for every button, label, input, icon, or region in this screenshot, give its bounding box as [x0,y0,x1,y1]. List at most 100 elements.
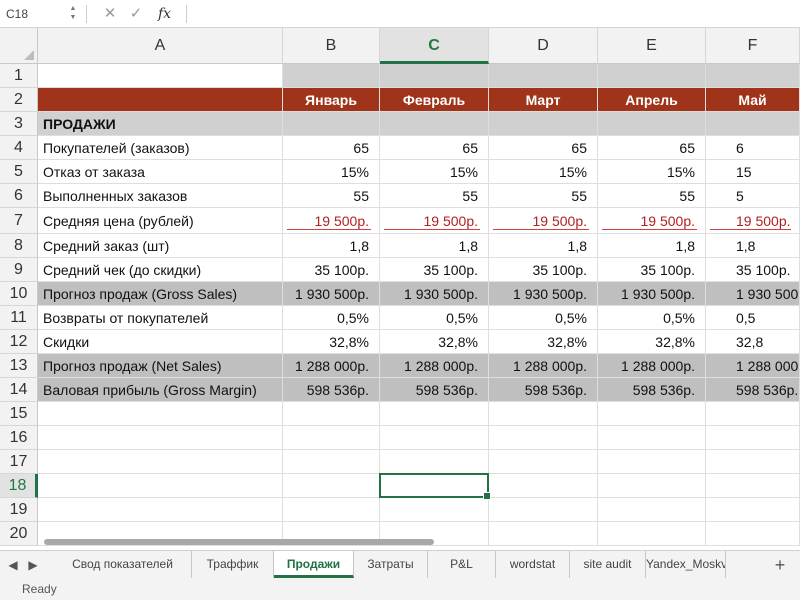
column-header-a[interactable]: A [38,28,283,64]
row-header-8[interactable]: 8 [0,234,38,258]
cell-e11[interactable]: 0,5% [598,306,706,330]
cell-a7[interactable]: Средняя цена (рублей) [38,208,283,234]
cell-b10[interactable]: 1 930 500р. [283,282,380,306]
cell-d1[interactable] [489,64,598,88]
cell-d20[interactable] [489,522,598,546]
cell-a10[interactable]: Прогноз продаж (Gross Sales) [38,282,283,306]
cell-f14[interactable]: 598 536р. [706,378,800,402]
row-header-15[interactable]: 15 [0,402,38,426]
cell-a19[interactable] [38,498,283,522]
row-header-10[interactable]: 10 [0,282,38,306]
sheet-tab[interactable]: Продажи [274,551,354,578]
cell-c4[interactable]: 65 [380,136,489,160]
cell-f15[interactable] [706,402,800,426]
row-header-9[interactable]: 9 [0,258,38,282]
cell-e14[interactable]: 598 536р. [598,378,706,402]
cell-a1[interactable] [38,64,283,88]
cell-c15[interactable] [380,402,489,426]
cell-d10[interactable]: 1 930 500р. [489,282,598,306]
cell-d13[interactable]: 1 288 000р. [489,354,598,378]
cell-d6[interactable]: 55 [489,184,598,208]
cell-c9[interactable]: 35 100р. [380,258,489,282]
row-header-16[interactable]: 16 [0,426,38,450]
cell-f2[interactable]: Май [706,88,800,112]
cell-a17[interactable] [38,450,283,474]
cell-a14[interactable]: Валовая прибыль (Gross Margin) [38,378,283,402]
cell-f6[interactable]: 5 [706,184,800,208]
cell-e9[interactable]: 35 100р. [598,258,706,282]
confirm-icon[interactable]: ✓ [126,4,146,24]
cell-e7[interactable]: 19 500р. [598,208,706,234]
row-header-2[interactable]: 2 [0,88,38,112]
row-header-19[interactable]: 19 [0,498,38,522]
sheet-tab[interactable]: Затраты [354,551,428,578]
row-header-13[interactable]: 13 [0,354,38,378]
cell-d3[interactable] [489,112,598,136]
scrollbar-thumb[interactable] [44,539,434,545]
cell-b16[interactable] [283,426,380,450]
cell-f16[interactable] [706,426,800,450]
tab-scroll-left-icon[interactable]: ◀ [4,555,22,575]
cell-b11[interactable]: 0,5% [283,306,380,330]
cell-f3[interactable] [706,112,800,136]
cell-f17[interactable] [706,450,800,474]
cancel-icon[interactable]: ✕ [100,4,120,24]
cell-f5[interactable]: 15 [706,160,800,184]
cell-c3[interactable] [380,112,489,136]
cell-d15[interactable] [489,402,598,426]
cell-b6[interactable]: 55 [283,184,380,208]
spreadsheet-grid[interactable]: A B C D E F 1 2 3 4 5 6 7 8 9 10 11 12 13 14 15 16 17 18 19 20 Янв… [0,28,800,550]
cell-e10[interactable]: 1 930 500р. [598,282,706,306]
cell-e13[interactable]: 1 288 000р. [598,354,706,378]
column-header-f[interactable]: F [706,28,800,64]
row-header-6[interactable]: 6 [0,184,38,208]
cell-d4[interactable]: 65 [489,136,598,160]
cell-e2[interactable]: Апрель [598,88,706,112]
cell-b2[interactable]: Январь [283,88,380,112]
cell-b12[interactable]: 32,8% [283,330,380,354]
name-box-dropdown-icon[interactable]: ▲ ▼ [68,4,78,24]
cell-f1[interactable] [706,64,800,88]
cell-c12[interactable]: 32,8% [380,330,489,354]
cell-d12[interactable]: 32,8% [489,330,598,354]
cell-a5[interactable]: Отказ от заказа [38,160,283,184]
cell-f11[interactable]: 0,5 [706,306,800,330]
column-header-c[interactable]: C [380,28,489,64]
cell-d5[interactable]: 15% [489,160,598,184]
cell-c1[interactable] [380,64,489,88]
cell-c17[interactable] [380,450,489,474]
selected-cell-c18[interactable] [379,473,491,500]
cell-f12[interactable]: 32,8 [706,330,800,354]
row-header-20[interactable]: 20 [0,522,38,546]
cell-b15[interactable] [283,402,380,426]
cell-f4[interactable]: 6 [706,136,800,160]
cell-b9[interactable]: 35 100р. [283,258,380,282]
cell-e12[interactable]: 32,8% [598,330,706,354]
cell-f20[interactable] [706,522,800,546]
cell-b3[interactable] [283,112,380,136]
cell-c6[interactable]: 55 [380,184,489,208]
cell-e4[interactable]: 65 [598,136,706,160]
cell-a2[interactable] [38,88,283,112]
row-header-11[interactable]: 11 [0,306,38,330]
cell-c8[interactable]: 1,8 [380,234,489,258]
cell-c2[interactable]: Февраль [380,88,489,112]
tab-scroll-right-icon[interactable]: ▶ [24,555,42,575]
cell-c13[interactable]: 1 288 000р. [380,354,489,378]
cell-f9[interactable]: 35 100р. [706,258,800,282]
cell-b19[interactable] [283,498,380,522]
row-header-5[interactable]: 5 [0,160,38,184]
cell-e1[interactable] [598,64,706,88]
cell-e16[interactable] [598,426,706,450]
sheet-tab[interactable]: Yandex_Moskva [646,551,726,578]
cell-b1[interactable] [283,64,380,88]
sheet-tab[interactable]: Свод показателей [54,551,192,578]
cell-a16[interactable] [38,426,283,450]
sheet-tab[interactable]: P&L [428,551,496,578]
sheet-tab[interactable]: Траффик [192,551,274,578]
horizontal-scrollbar[interactable] [38,538,478,546]
cell-b8[interactable]: 1,8 [283,234,380,258]
cell-e6[interactable]: 55 [598,184,706,208]
cell-c10[interactable]: 1 930 500р. [380,282,489,306]
column-header-b[interactable]: B [283,28,380,64]
